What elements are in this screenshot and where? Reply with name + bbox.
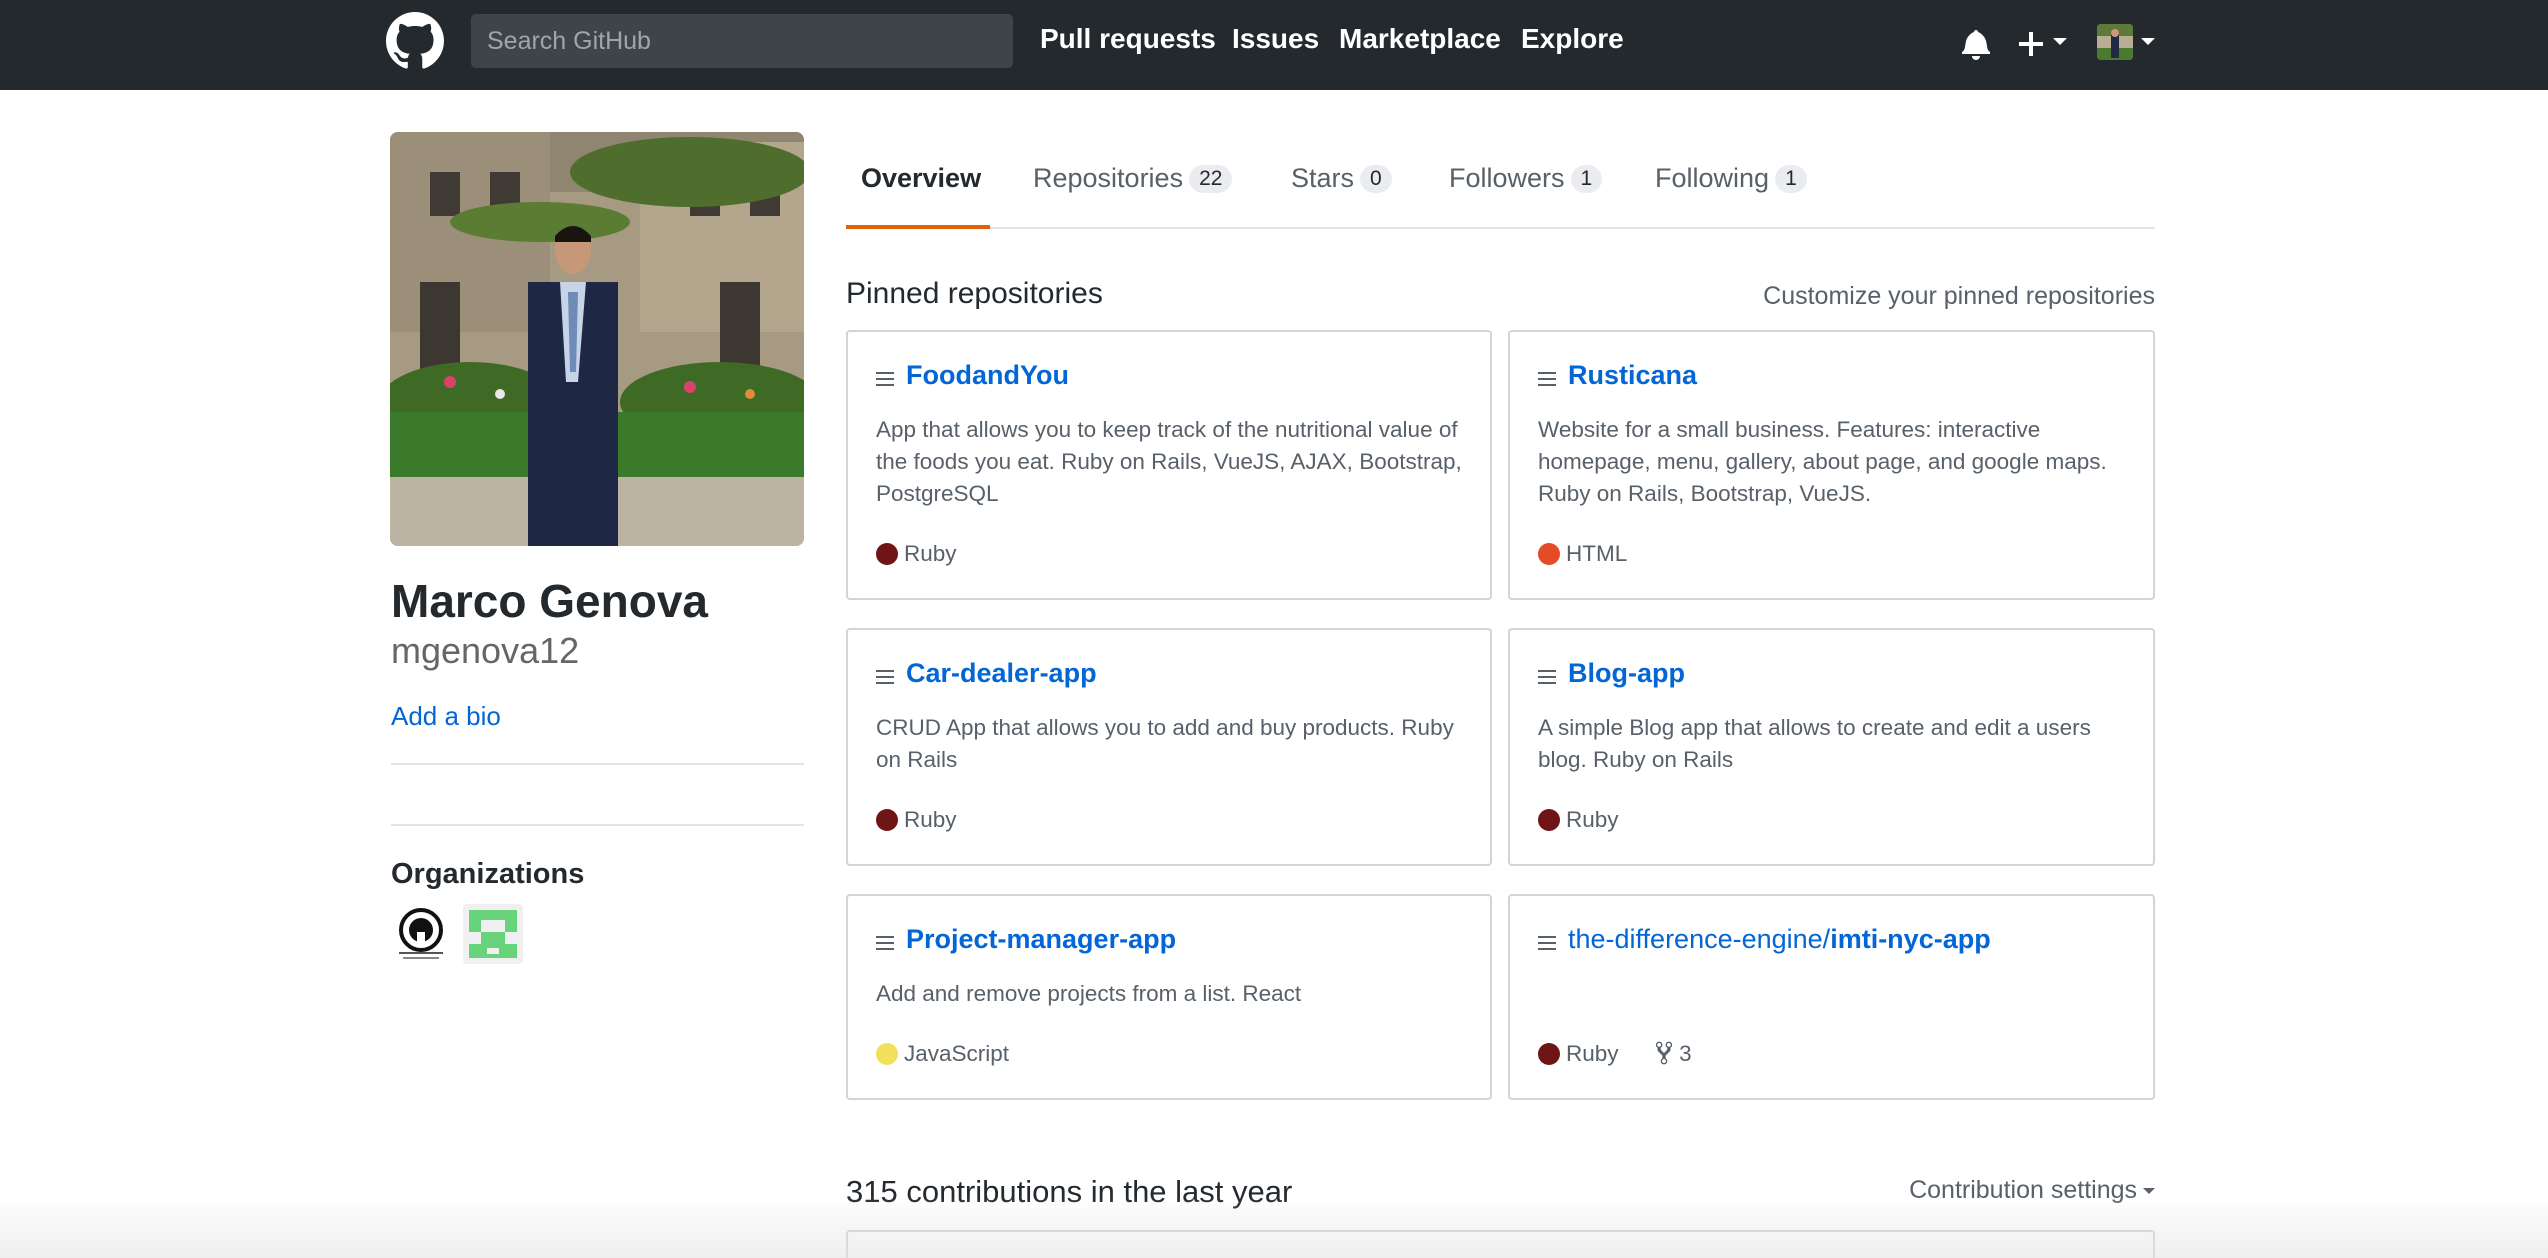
chevron-down-icon (2143, 1188, 2155, 1194)
repo-language: Ruby (876, 540, 957, 568)
repo-link[interactable]: FoodandYou (906, 360, 1069, 391)
language-color-dot (876, 809, 898, 831)
org-avatar-difference-engine[interactable] (391, 904, 451, 964)
repo-icon (1538, 670, 1556, 686)
tab-overview[interactable]: Overview (861, 162, 981, 194)
repo-icon (1538, 936, 1556, 952)
repo-language: Ruby (1538, 806, 1619, 834)
repo-icon (876, 936, 894, 952)
fork-count: 3 (1679, 1041, 1692, 1066)
chevron-down-icon[interactable] (2141, 38, 2155, 45)
repo-description: Add and remove projects from a list. Rea… (876, 981, 1302, 1006)
language-color-dot (1538, 809, 1560, 831)
tab-counter: 0 (1360, 165, 1392, 193)
repo-card: Rusticana Website for a small business. … (1508, 330, 2155, 600)
divider (391, 763, 804, 765)
repo-icon (1538, 372, 1556, 388)
profile-avatar[interactable] (390, 132, 804, 546)
language-color-dot (876, 543, 898, 565)
repo-language: Ruby 3 (1538, 1040, 1692, 1068)
github-logo-icon[interactable] (386, 12, 444, 70)
top-navbar: Search GitHub Pull requests Issues Marke… (0, 0, 2548, 90)
avatar[interactable] (2097, 24, 2133, 60)
contribution-settings-dropdown[interactable]: Contribution settings (1909, 1176, 2155, 1205)
repo-link[interactable]: Rusticana (1568, 360, 1697, 391)
repo-card: Project-manager-app Add and remove proje… (846, 894, 1492, 1100)
nav-explore[interactable]: Explore (1521, 22, 1624, 56)
repo-link[interactable]: Project-manager-app (906, 924, 1176, 955)
tab-active-underline (846, 225, 990, 229)
nav-marketplace[interactable]: Marketplace (1339, 22, 1501, 56)
pinned-heading: Pinned repositories (846, 277, 1103, 310)
repo-language: HTML (1538, 540, 1627, 568)
tab-repositories[interactable]: Repositories 22 (1033, 162, 1233, 194)
repo-card: Blog-app A simple Blog app that allows t… (1508, 628, 2155, 866)
repo-card: the-difference-engine/imti-nyc-app Ruby … (1508, 894, 2155, 1100)
repo-language: Ruby (876, 806, 957, 834)
tab-label: Repositories (1033, 163, 1184, 193)
fork-icon (1655, 1041, 1672, 1065)
tab-label: Following (1655, 163, 1770, 193)
repo-language: JavaScript (876, 1040, 1009, 1068)
repo-description: CRUD App that allows you to add and buy … (876, 715, 1454, 772)
organizations-heading: Organizations (391, 858, 585, 890)
language-name: Ruby (904, 541, 957, 566)
tab-followers[interactable]: Followers 1 (1449, 162, 1603, 194)
repo-card: Car-dealer-app CRUD App that allows you … (846, 628, 1492, 866)
tab-counter: 22 (1189, 165, 1233, 193)
repo-forks[interactable]: 3 (1655, 1040, 1692, 1068)
language-name: HTML (1566, 541, 1628, 566)
language-name: JavaScript (904, 1041, 1010, 1066)
repo-icon (876, 670, 894, 686)
repo-icon (876, 372, 894, 388)
language-name: Ruby (904, 807, 957, 832)
language-color-dot (1538, 1043, 1560, 1065)
tab-counter: 1 (1570, 165, 1603, 193)
add-bio-link[interactable]: Add a bio (391, 701, 501, 732)
tab-label: Overview (861, 163, 982, 193)
contributions-heading: 315 contributions in the last year (846, 1174, 1293, 1209)
repo-link[interactable]: Car-dealer-app (906, 658, 1097, 689)
repo-name: imti-nyc-app (1830, 924, 1991, 954)
divider (391, 824, 804, 826)
tab-label: Stars (1291, 163, 1355, 193)
org-avatar-identicon[interactable] (463, 904, 523, 964)
plus-icon[interactable] (2019, 28, 2045, 62)
repo-owner: the-difference-engine/ (1568, 924, 1831, 954)
repo-link[interactable]: the-difference-engine/imti-nyc-app (1568, 924, 1991, 955)
profile-fullname: Marco Genova (391, 575, 708, 627)
customize-pinned-link[interactable]: Customize your pinned repositories (1763, 282, 2155, 311)
repo-description: App that allows you to keep track of the… (876, 417, 1462, 506)
repo-description: Website for a small business. Features: … (1538, 417, 2107, 506)
language-color-dot (876, 1043, 898, 1065)
repo-description: A simple Blog app that allows to create … (1538, 715, 2091, 772)
contribution-settings-label: Contribution settings (1909, 1176, 2137, 1204)
tab-label: Followers (1449, 163, 1565, 193)
nav-issues[interactable]: Issues (1232, 22, 1319, 56)
tab-stars[interactable]: Stars 0 (1291, 162, 1392, 194)
contribution-graph (846, 1230, 2155, 1258)
search-input[interactable]: Search GitHub (471, 14, 1013, 68)
tab-counter: 1 (1775, 165, 1807, 193)
repo-card: FoodandYou App that allows you to keep t… (846, 330, 1492, 600)
language-name: Ruby (1566, 807, 1619, 832)
tabs-border (846, 227, 2155, 229)
bell-icon[interactable] (1962, 28, 1990, 60)
language-name: Ruby (1566, 1041, 1619, 1066)
profile-username: mgenova12 (391, 630, 580, 671)
tab-following[interactable]: Following 1 (1655, 162, 1807, 194)
language-color-dot (1538, 543, 1560, 565)
chevron-down-icon[interactable] (2053, 38, 2067, 45)
repo-link[interactable]: Blog-app (1568, 658, 1685, 689)
nav-pull-requests[interactable]: Pull requests (1040, 22, 1216, 56)
